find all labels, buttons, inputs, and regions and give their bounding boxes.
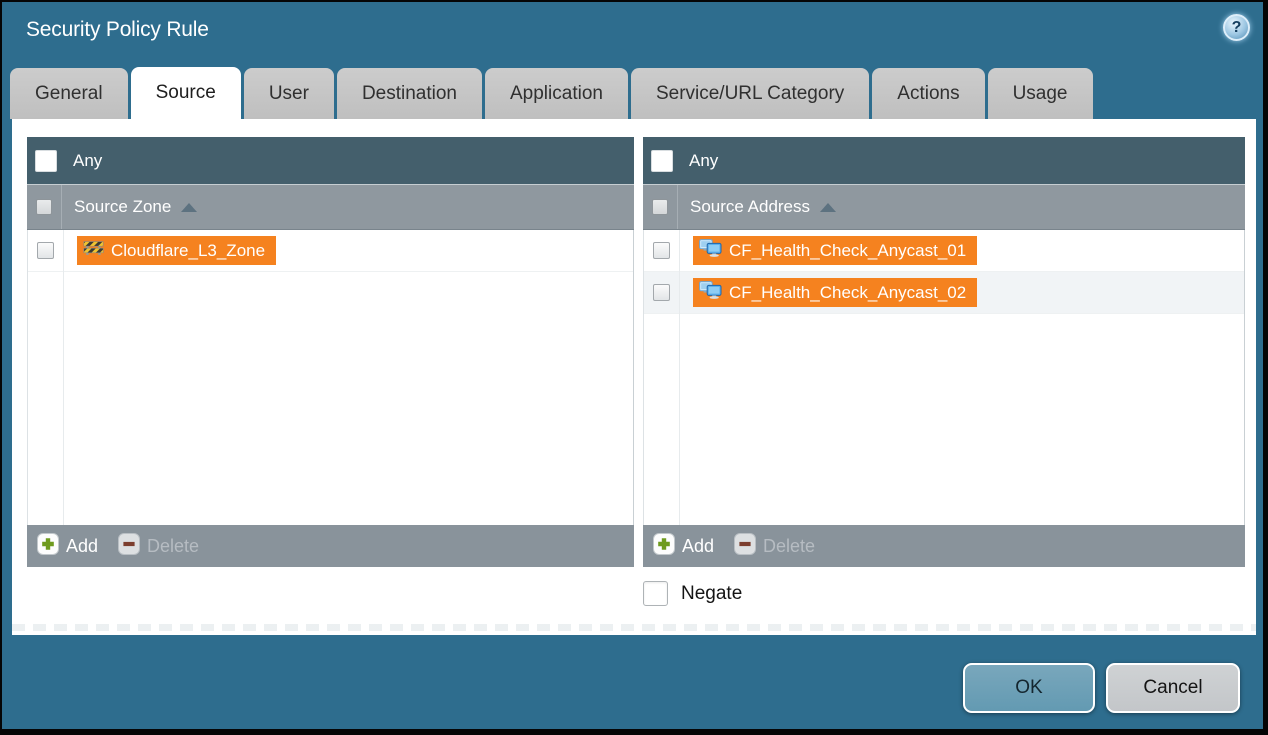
delete-icon: [734, 533, 756, 560]
tab-bar: General Source User Destination Applicat…: [10, 68, 1093, 119]
source-address-column-header[interactable]: Source Address: [643, 184, 1245, 230]
source-address-any-label: Any: [689, 151, 718, 171]
sort-ascending-icon: [181, 203, 197, 212]
security-policy-rule-dialog: Security Policy Rule ? General Source Us…: [0, 0, 1268, 735]
add-icon: [653, 533, 675, 560]
source-zone-any-label: Any: [73, 151, 102, 171]
tab-application[interactable]: Application: [485, 68, 628, 119]
tab-destination[interactable]: Destination: [337, 68, 482, 119]
tab-actions[interactable]: Actions: [872, 68, 984, 119]
source-zone-panel: Any Source Zone: [27, 137, 634, 567]
source-address-delete-button[interactable]: Delete: [734, 533, 815, 560]
source-address-item-label: CF_Health_Check_Anycast_02: [729, 283, 966, 303]
source-address-add-button[interactable]: Add: [653, 533, 714, 560]
address-icon: [699, 281, 722, 304]
source-address-column-title: Source Address: [690, 197, 810, 217]
source-address-row-checkbox[interactable]: [653, 242, 670, 259]
tab-general[interactable]: General: [10, 68, 128, 119]
tab-usage[interactable]: Usage: [988, 68, 1093, 119]
source-address-item[interactable]: CF_Health_Check_Anycast_01: [693, 236, 977, 265]
source-address-any-bar: Any: [643, 137, 1245, 184]
source-address-select-all-checkbox[interactable]: [652, 199, 668, 215]
delete-button-label: Delete: [763, 536, 815, 557]
source-zone-footer-bar: Add Delete: [27, 525, 634, 567]
source-tab-content: Any Source Zone: [12, 119, 1256, 635]
help-icon[interactable]: ?: [1223, 14, 1250, 41]
table-row: Cloudflare_L3_Zone: [28, 230, 633, 272]
source-zone-item[interactable]: Cloudflare_L3_Zone: [77, 236, 276, 265]
cancel-button[interactable]: Cancel: [1106, 663, 1240, 713]
source-zone-list: Cloudflare_L3_Zone: [27, 230, 634, 525]
source-address-row-checkbox[interactable]: [653, 284, 670, 301]
negate-label: Negate: [681, 583, 742, 605]
tab-source[interactable]: Source: [131, 67, 241, 119]
sort-ascending-icon: [820, 203, 836, 212]
source-address-footer-bar: Add Delete: [643, 525, 1245, 567]
dialog-title: Security Policy Rule: [26, 18, 209, 42]
source-address-any-checkbox[interactable]: [651, 150, 673, 172]
source-zone-add-button[interactable]: Add: [37, 533, 98, 560]
zone-icon: [83, 240, 104, 261]
source-address-item[interactable]: CF_Health_Check_Anycast_02: [693, 278, 977, 307]
source-zone-column-title: Source Zone: [74, 197, 171, 217]
source-zone-any-checkbox[interactable]: [35, 150, 57, 172]
source-zone-column-header[interactable]: Source Zone: [27, 184, 634, 230]
source-address-item-label: CF_Health_Check_Anycast_01: [729, 241, 966, 261]
source-zone-any-bar: Any: [27, 137, 634, 184]
add-button-label: Add: [682, 536, 714, 557]
ok-button[interactable]: OK: [963, 663, 1095, 713]
table-row: CF_Health_Check_Anycast_02: [644, 272, 1244, 314]
delete-icon: [118, 533, 140, 560]
source-zone-item-label: Cloudflare_L3_Zone: [111, 241, 265, 261]
source-address-list: CF_Health_Check_Anycast_01: [643, 230, 1245, 525]
add-button-label: Add: [66, 536, 98, 557]
delete-button-label: Delete: [147, 536, 199, 557]
tab-service-url-category[interactable]: Service/URL Category: [631, 68, 869, 119]
tab-user[interactable]: User: [244, 68, 334, 119]
negate-control: Negate: [643, 581, 742, 606]
table-row: CF_Health_Check_Anycast_01: [644, 230, 1244, 272]
negate-checkbox[interactable]: [643, 581, 668, 606]
address-icon: [699, 239, 722, 262]
add-icon: [37, 533, 59, 560]
source-address-panel: Any Source Address: [643, 137, 1245, 567]
source-zone-select-all-checkbox[interactable]: [36, 199, 52, 215]
source-zone-row-checkbox[interactable]: [37, 242, 54, 259]
source-zone-delete-button[interactable]: Delete: [118, 533, 199, 560]
